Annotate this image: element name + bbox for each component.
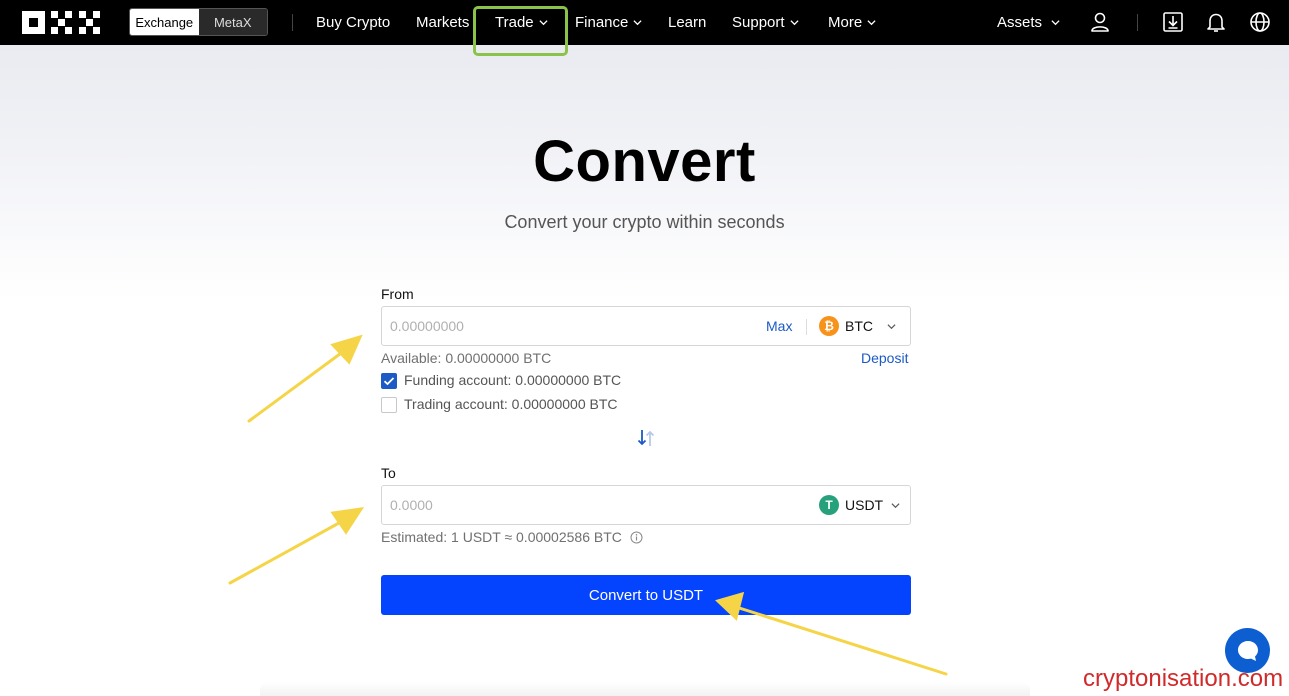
nav-more[interactable]: More [828, 0, 876, 45]
chevron-down-icon [1051, 20, 1060, 26]
nav-support[interactable]: Support [732, 0, 799, 45]
watermark-text: cryptonisation.com [1083, 665, 1284, 692]
top-navigation: Exchange MetaX Buy Crypto Markets Trade … [0, 0, 1289, 45]
arrow-head [330, 507, 365, 535]
bottom-panel-edge [260, 682, 1030, 696]
to-amount-input[interactable] [390, 486, 750, 524]
nav-buy-crypto-label: Buy Crypto [316, 14, 391, 31]
user-icon[interactable] [1088, 10, 1112, 34]
chevron-down-icon [867, 20, 876, 26]
nav-markets-label: Markets [416, 14, 470, 31]
usdt-coin-icon: T [819, 495, 839, 515]
chevron-down-icon [887, 323, 896, 329]
page-title: Convert [533, 129, 756, 194]
nav-trade-label: Trade [495, 14, 534, 31]
okx-logo[interactable] [22, 11, 102, 34]
download-icon[interactable] [1161, 10, 1185, 34]
arrow-to-to-field [228, 516, 350, 585]
to-coin-select[interactable]: T USDT [819, 486, 900, 524]
chevron-down-icon [789, 20, 799, 26]
swap-direction-icon[interactable] [635, 427, 657, 449]
estimated-rate: Estimated: 1 USDT ≈ 0.00002586 BTC [381, 529, 622, 545]
globe-icon[interactable] [1248, 10, 1272, 34]
available-balance: Available: 0.00000000 BTC [381, 350, 552, 366]
from-coin-select[interactable]: ₿ BTC [819, 307, 896, 345]
from-amount-input[interactable] [390, 307, 750, 345]
nav-markets[interactable]: Markets [416, 0, 469, 45]
from-label: From [381, 286, 414, 302]
arrow-to-convert-button [731, 604, 948, 676]
nav-finance-label: Finance [575, 14, 629, 31]
checkmark-icon [383, 377, 395, 386]
to-field: T USDT [381, 485, 911, 525]
chevron-down-icon [891, 502, 900, 508]
nav-buy-crypto[interactable]: Buy Crypto [316, 0, 390, 45]
exchange-metax-toggle: Exchange MetaX [129, 8, 268, 36]
funding-account-label: Funding account: 0.00000000 BTC [404, 372, 622, 388]
from-field: Max ₿ BTC [381, 306, 911, 346]
btc-coin-icon: ₿ [819, 316, 839, 336]
arrow-head [330, 334, 363, 365]
trading-account-checkbox[interactable] [381, 397, 397, 413]
arrow-to-from-field [247, 346, 350, 423]
field-divider [806, 319, 807, 335]
nav-trade[interactable]: Trade [495, 0, 548, 45]
to-coin-label: USDT [845, 497, 884, 513]
nav-divider [1137, 14, 1138, 31]
to-label: To [381, 465, 396, 481]
max-button[interactable]: Max [766, 318, 792, 334]
nav-finance[interactable]: Finance [575, 0, 642, 45]
nav-divider [292, 14, 293, 31]
convert-button[interactable]: Convert to USDT [381, 575, 911, 615]
tab-exchange[interactable]: Exchange [130, 9, 199, 35]
bell-icon[interactable] [1204, 10, 1228, 34]
funding-account-checkbox[interactable] [381, 373, 397, 389]
page-subtitle: Convert your crypto within seconds [504, 212, 785, 232]
info-icon[interactable] [630, 531, 643, 544]
chevron-down-icon [633, 20, 642, 26]
nav-assets[interactable]: Assets [997, 0, 1060, 45]
chevron-down-icon [539, 20, 548, 26]
nav-assets-label: Assets [997, 14, 1043, 31]
trading-account-label: Trading account: 0.00000000 BTC [404, 396, 618, 412]
from-coin-label: BTC [845, 318, 873, 334]
nav-learn-label: Learn [668, 14, 707, 31]
nav-support-label: Support [732, 14, 785, 31]
tab-metax[interactable]: MetaX [198, 9, 267, 35]
nav-more-label: More [828, 14, 863, 31]
deposit-link[interactable]: Deposit [861, 350, 908, 366]
chat-bubble-icon [1237, 640, 1258, 661]
nav-learn[interactable]: Learn [668, 0, 706, 45]
estimated-rate-line: Estimated: 1 USDT ≈ 0.00002586 BTC [381, 529, 643, 545]
